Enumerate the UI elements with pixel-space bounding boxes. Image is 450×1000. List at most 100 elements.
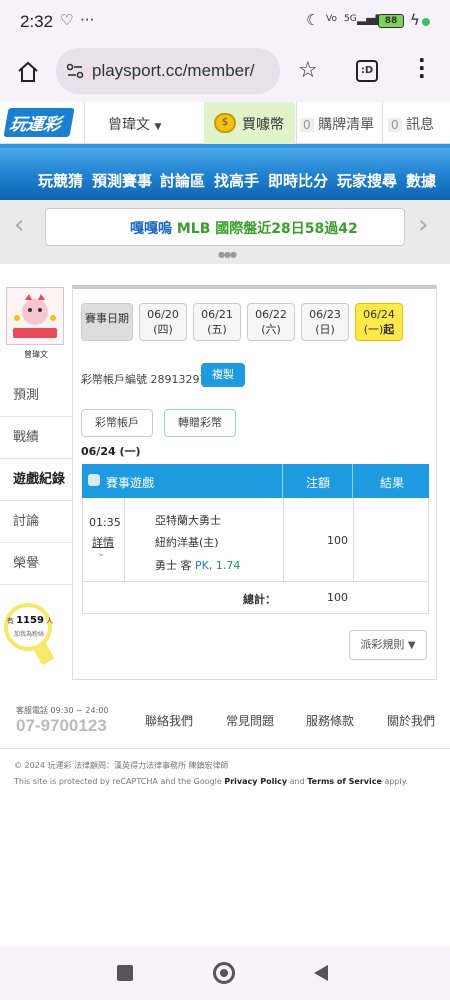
nav-item-bet[interactable]: 玩競猜 (38, 170, 83, 191)
payout-rules-button[interactable]: 派彩規則 ▼ (349, 630, 427, 660)
copy-button[interactable]: 複製 (201, 363, 245, 387)
site-header: 玩運彩 曾瑋文 ▼ $ 買噱幣 0 購牌清單 0 訊息 (0, 102, 450, 144)
coin-icon: $ (214, 113, 236, 133)
online-prefix: 有 (6, 617, 14, 625)
chevron-right-icon[interactable]: › (418, 210, 428, 240)
carousel-dots: ●●● (218, 250, 237, 259)
footer-copyright: © 2024 玩運彩 法律顧問：漢英得力法律事務所 陳鎮宏律師 (14, 761, 229, 770)
messages-label: 訊息 (406, 117, 435, 133)
announcement-carousel: ‹ 嘎嘎嗚 MLB 國際盤近28日58過42 › ●●● (0, 200, 450, 264)
date-button-selected[interactable]: 06/24 (一)起 (355, 303, 403, 341)
date-button[interactable]: 06/20 (四) (139, 303, 187, 341)
battery-icon: 88 (378, 14, 404, 28)
username-dropdown[interactable]: 曾瑋文 ▼ (108, 114, 161, 134)
online-sub-label: 加我為粉絲 (13, 631, 44, 638)
tab-account[interactable]: 彩幣帳戶 (81, 409, 153, 437)
date-dow: (四) (153, 323, 173, 336)
date-text: 06/20 (147, 308, 179, 321)
bookmark-star-icon[interactable]: ☆ (298, 58, 318, 83)
service-phone[interactable]: 07-9700123 (16, 716, 107, 736)
game-log-panel: 賽事日期 06/20 (四) 06/21 (五) 06/22 (六) 06/23… (72, 285, 437, 680)
footer-divider (0, 748, 450, 749)
footer-link-contact[interactable]: 聯絡我們 (145, 712, 193, 729)
buy-coins-label: 買噱幣 (242, 117, 284, 133)
browser-menu-icon[interactable]: · · · (418, 50, 426, 86)
site-logo[interactable]: 玩運彩 (3, 108, 75, 138)
account-number-row: 彩幣帳戶編號 28913297 (81, 371, 207, 387)
logo-text: 玩運彩 (3, 108, 75, 137)
tab-transfer[interactable]: 轉贈彩幣 (164, 409, 236, 437)
status-time: 2:32 (20, 12, 54, 31)
recaptcha-text: This site is protected by reCAPTCHA and … (14, 777, 222, 786)
nav-item-player-search[interactable]: 玩家搜尋 (337, 170, 397, 191)
android-navigation-bar (0, 946, 450, 1000)
sidebar-item-predict[interactable]: 預測 (0, 375, 72, 417)
announcement-text: MLB 國際盤近28日58過42 (176, 221, 358, 237)
nav-item-live-score[interactable]: 即時比分 (268, 170, 328, 191)
cart-label: 購牌清單 (318, 117, 375, 133)
service-hours: 客服電話 09:30 ~ 24:00 (16, 706, 109, 715)
avatar[interactable] (6, 287, 64, 345)
date-text: 06/24 (363, 308, 395, 321)
recaptcha-notice: This site is protected by reCAPTCHA and … (14, 777, 408, 786)
back-icon[interactable] (312, 964, 330, 982)
date-dow: (日) (315, 323, 335, 336)
footer-link-about[interactable]: 關於我們 (387, 712, 435, 729)
battery-level: 88 (384, 16, 398, 26)
recaptcha-apply: apply. (384, 777, 408, 786)
team-away: 亞特蘭大勇士 (155, 514, 221, 527)
pick-odds: 1.74 (215, 559, 241, 572)
tabs-switcher-icon[interactable]: :D (356, 60, 378, 82)
nav-item-experts[interactable]: 找高手 (214, 170, 259, 191)
site-settings-icon[interactable] (66, 62, 84, 80)
bet-amount: 100 (327, 534, 348, 547)
url-bar[interactable]: playsport.cc/member/ (56, 48, 280, 94)
sidebar-item-honor[interactable]: 榮譽 (0, 543, 72, 585)
col-header-result: 結果 (380, 476, 405, 490)
footer-link-terms[interactable]: 服務條款 (306, 712, 354, 729)
status-bar: 2:32 ♡ ··· ☾ Vo 5G ▂▄▆ 88 ϟ (0, 0, 450, 44)
cart-link[interactable]: 0 購牌清單 (300, 114, 374, 134)
date-label: 賽事日期 (81, 303, 133, 341)
nav-item-predict[interactable]: 預測賽事 (92, 170, 152, 191)
db-icon (88, 474, 100, 486)
date-button[interactable]: 06/23 (日) (301, 303, 349, 341)
date-dow: (六) (261, 323, 281, 336)
chevron-left-icon[interactable]: ‹ (14, 210, 24, 240)
more-notifications-icon: ··· (80, 11, 95, 29)
terms-link[interactable]: Terms of Service (307, 777, 382, 786)
col-header-game: 賽事遊戲 (106, 476, 155, 490)
messages-link[interactable]: 0 訊息 (388, 114, 434, 134)
member-sidebar: 曾瑋文 預測 戰績 遊戲紀錄 討論 榮譽 有 1159 人 加我為粉絲 (0, 285, 72, 680)
nav-item-forum[interactable]: 討論區 (160, 170, 205, 191)
date-dow: (五) (207, 323, 227, 336)
date-start-marker: 起 (383, 323, 395, 336)
date-text: 06/22 (255, 308, 287, 321)
team-home: 紐約洋基(主) (155, 536, 219, 549)
nav-item-data[interactable]: 數據 (406, 170, 436, 191)
sidebar-item-discuss[interactable]: 討論 (0, 501, 72, 543)
volte-icon: Vo (326, 14, 337, 24)
charging-icon: ϟ (410, 11, 420, 29)
privacy-policy-link[interactable]: Privacy Policy (224, 777, 287, 786)
sidebar-item-game-log[interactable]: 遊戲紀錄 (0, 459, 72, 501)
announcement-box[interactable]: 嘎嘎嗚 MLB 國際盤近28日58過42 (45, 208, 405, 246)
date-button[interactable]: 06/22 (六) (247, 303, 295, 341)
pick-type: PK, (195, 559, 213, 572)
pick-team: 勇士 (155, 559, 177, 572)
caret-down-icon: ▼ (154, 122, 162, 132)
moon-icon: ☾ (306, 11, 320, 29)
main-nav: 玩競猜 預測賽事 討論區 找高手 即時比分 玩家搜尋 數據 (0, 144, 450, 200)
date-text: 06/21 (201, 308, 233, 321)
recents-icon[interactable] (117, 965, 133, 981)
sidebar-item-record[interactable]: 戰績 (0, 417, 72, 459)
chevron-down-icon[interactable]: ⌄ (97, 548, 105, 559)
home-icon[interactable] (16, 60, 40, 84)
footer-link-faq[interactable]: 常見問題 (226, 712, 274, 729)
home-circle-icon[interactable] (213, 962, 235, 984)
table-total-row: 總計： 100 (82, 582, 429, 614)
pick-side: 客 (180, 559, 192, 572)
buy-coins-button[interactable]: $ 買噱幣 (204, 102, 295, 144)
date-button[interactable]: 06/21 (五) (193, 303, 241, 341)
avatar-name: 曾瑋文 (24, 350, 48, 359)
